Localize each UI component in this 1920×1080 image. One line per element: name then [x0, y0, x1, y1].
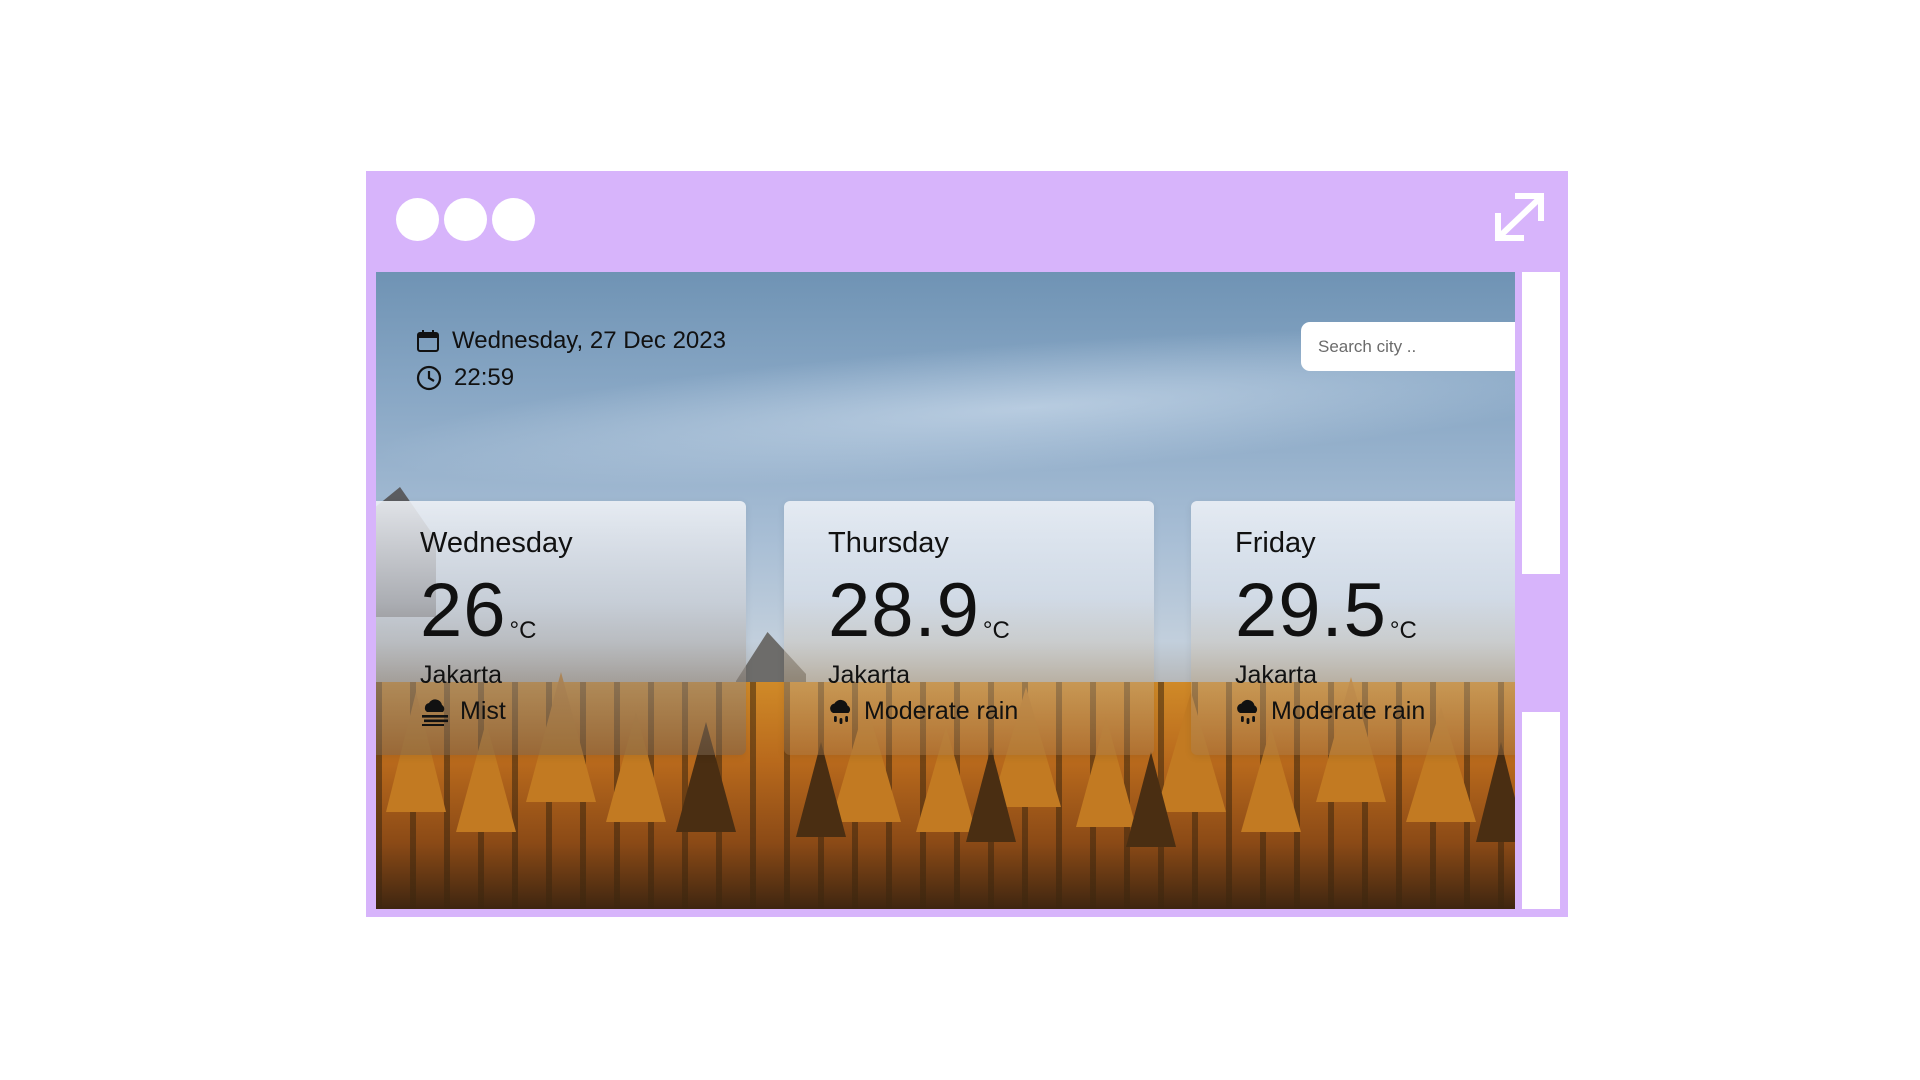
- window-minimize-dot[interactable]: [444, 198, 487, 241]
- scrollbar-track-upper[interactable]: [1522, 272, 1560, 574]
- forecast-day: Wednesday: [420, 527, 573, 559]
- forecast-city: Jakarta: [828, 661, 910, 689]
- forecast-card-wednesday: Wednesday 26 °C Jakarta Mist: [376, 501, 746, 755]
- condition-label: Moderate rain: [1271, 697, 1426, 725]
- forecast-temperature: 29.5 °C: [1235, 571, 1417, 651]
- forecast-city: Jakarta: [1235, 661, 1317, 689]
- forecast-city: Jakarta: [420, 661, 502, 689]
- current-date: Wednesday, 27 Dec 2023: [452, 326, 726, 354]
- temperature-value: 29.5: [1235, 568, 1387, 653]
- forecast-condition: Moderate rain: [828, 697, 1018, 726]
- forecast-temperature: 26 °C: [420, 571, 536, 651]
- forecast-card-thursday: Thursday 28.9 °C Jakarta Moderate rain: [784, 501, 1154, 755]
- weather-app-viewport: Wednesday, 27 Dec 2023 22:59 Wednesday 2…: [376, 272, 1515, 909]
- forecast-condition: Moderate rain: [1235, 697, 1425, 726]
- current-time: 22:59: [454, 363, 515, 391]
- condition-label: Moderate rain: [864, 697, 1019, 725]
- temperature-unit: °C: [509, 617, 537, 644]
- rain-cloud-icon: [1237, 699, 1258, 724]
- date-time-panel: Wednesday, 27 Dec 2023 22:59: [416, 322, 726, 396]
- mist-icon: [422, 698, 448, 726]
- temperature-value: 28.9: [828, 568, 980, 653]
- condition-label: Mist: [460, 697, 506, 725]
- temperature-unit: °C: [982, 617, 1010, 644]
- window-close-dot[interactable]: [396, 198, 439, 241]
- forecast-condition: Mist: [420, 697, 506, 726]
- search-city-input[interactable]: [1301, 322, 1515, 371]
- calendar-icon: [417, 329, 439, 352]
- forecast-day: Friday: [1235, 527, 1316, 559]
- expand-arrows-icon[interactable]: [1490, 188, 1550, 246]
- date-row: Wednesday, 27 Dec 2023: [416, 322, 726, 359]
- time-row: 22:59: [416, 359, 726, 396]
- temperature-value: 26: [420, 568, 507, 653]
- clock-icon: [416, 365, 442, 390]
- forecast-card-friday: Friday 29.5 °C Jakarta Moderate rain: [1191, 501, 1515, 755]
- vertical-scrollbar[interactable]: [1522, 272, 1560, 909]
- scrollbar-track-lower[interactable]: [1522, 712, 1560, 909]
- app-window: Wednesday, 27 Dec 2023 22:59 Wednesday 2…: [366, 171, 1568, 917]
- forecast-temperature: 28.9 °C: [828, 571, 1010, 651]
- forecast-day: Thursday: [828, 527, 949, 559]
- rain-cloud-icon: [830, 699, 851, 724]
- window-maximize-dot[interactable]: [492, 198, 535, 241]
- temperature-unit: °C: [1389, 617, 1417, 644]
